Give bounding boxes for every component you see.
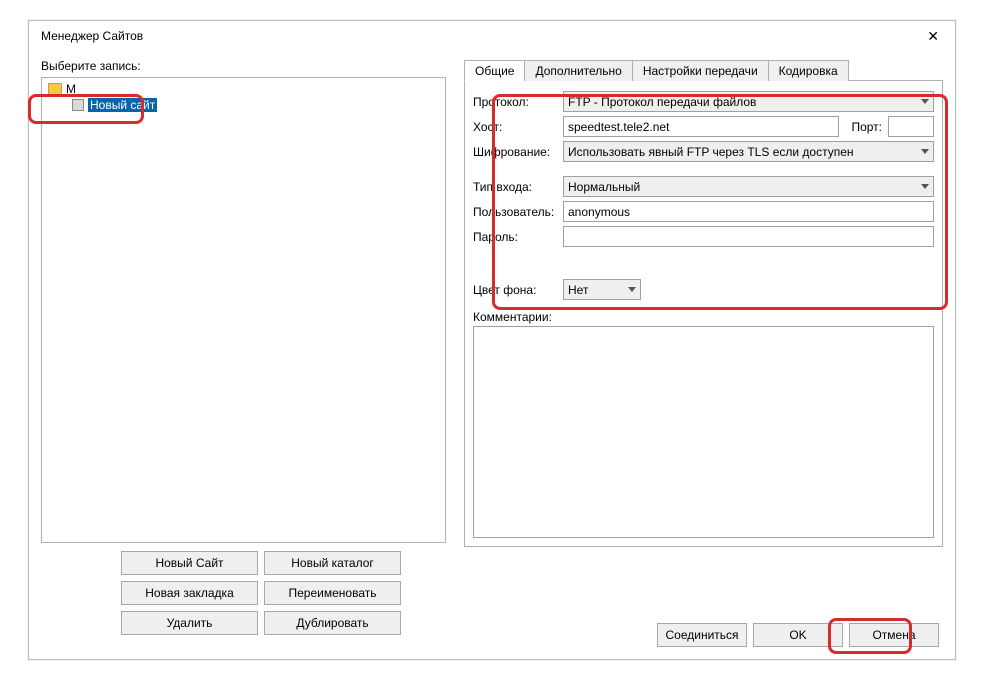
tabs: Общие Дополнительно Настройки передачи К…	[464, 59, 943, 81]
left-column: Выберите запись: М Новый сайт Новый Сайт…	[41, 59, 446, 635]
new-bookmark-button[interactable]: Новая закладка	[121, 581, 258, 605]
delete-button[interactable]: Удалить	[121, 611, 258, 635]
logon-label: Тип входа:	[473, 180, 557, 194]
protocol-select[interactable]: FTP - Протокол передачи файлов	[563, 91, 934, 112]
site-tree[interactable]: М Новый сайт	[41, 77, 446, 543]
encryption-value: Использовать явный FTP через TLS если до…	[568, 145, 854, 159]
tree-root-label: М	[66, 82, 76, 96]
user-input[interactable]	[563, 201, 934, 222]
site-manager-dialog: Менеджер Сайтов ✕ Выберите запись: М Нов…	[28, 20, 956, 660]
port-input[interactable]	[888, 116, 934, 137]
select-entry-label: Выберите запись:	[41, 59, 446, 73]
comments-textarea[interactable]	[473, 326, 934, 538]
new-folder-button[interactable]: Новый каталог	[264, 551, 401, 575]
new-site-button[interactable]: Новый Сайт	[121, 551, 258, 575]
protocol-value: FTP - Протокол передачи файлов	[568, 95, 756, 109]
tree-site-item[interactable]: Новый сайт	[44, 98, 443, 112]
port-label: Порт:	[851, 120, 882, 134]
ok-button[interactable]: OK	[753, 623, 843, 647]
user-label: Пользователь:	[473, 205, 557, 219]
entry-buttons: Новый Сайт Новый каталог Новая закладка …	[121, 551, 401, 635]
protocol-label: Протокол:	[473, 95, 557, 109]
duplicate-button[interactable]: Дублировать	[264, 611, 401, 635]
tab-charset[interactable]: Кодировка	[768, 60, 849, 81]
folder-icon	[48, 83, 62, 95]
bgcolor-value: Нет	[568, 283, 588, 297]
password-input[interactable]	[563, 226, 934, 247]
connect-button[interactable]: Соединиться	[657, 623, 747, 647]
tab-transfer[interactable]: Настройки передачи	[632, 60, 769, 81]
right-column: Общие Дополнительно Настройки передачи К…	[464, 59, 943, 635]
site-icon	[72, 99, 84, 111]
cancel-button[interactable]: Отмена	[849, 623, 939, 647]
tab-advanced[interactable]: Дополнительно	[524, 60, 632, 81]
general-form: Протокол: FTP - Протокол передачи файлов…	[464, 81, 943, 547]
password-label: Пароль:	[473, 230, 557, 244]
host-label: Хост:	[473, 120, 557, 134]
encryption-select[interactable]: Использовать явный FTP через TLS если до…	[563, 141, 934, 162]
host-input[interactable]	[563, 116, 839, 137]
encryption-label: Шифрование:	[473, 145, 557, 159]
logon-value: Нормальный	[568, 180, 640, 194]
titlebar: Менеджер Сайтов ✕	[29, 21, 955, 51]
window-title: Менеджер Сайтов	[41, 29, 143, 43]
tree-site-label: Новый сайт	[88, 98, 157, 112]
bgcolor-label: Цвет фона:	[473, 283, 557, 297]
tree-root[interactable]: М	[44, 82, 443, 96]
logon-select[interactable]: Нормальный	[563, 176, 934, 197]
tab-general[interactable]: Общие	[464, 60, 525, 81]
close-icon[interactable]: ✕	[919, 24, 947, 49]
dialog-content: Выберите запись: М Новый сайт Новый Сайт…	[29, 51, 955, 647]
comments-label: Комментарии:	[473, 310, 934, 324]
dialog-footer: Соединиться OK Отмена	[657, 623, 939, 647]
rename-button[interactable]: Переименовать	[264, 581, 401, 605]
bgcolor-select[interactable]: Нет	[563, 279, 641, 300]
